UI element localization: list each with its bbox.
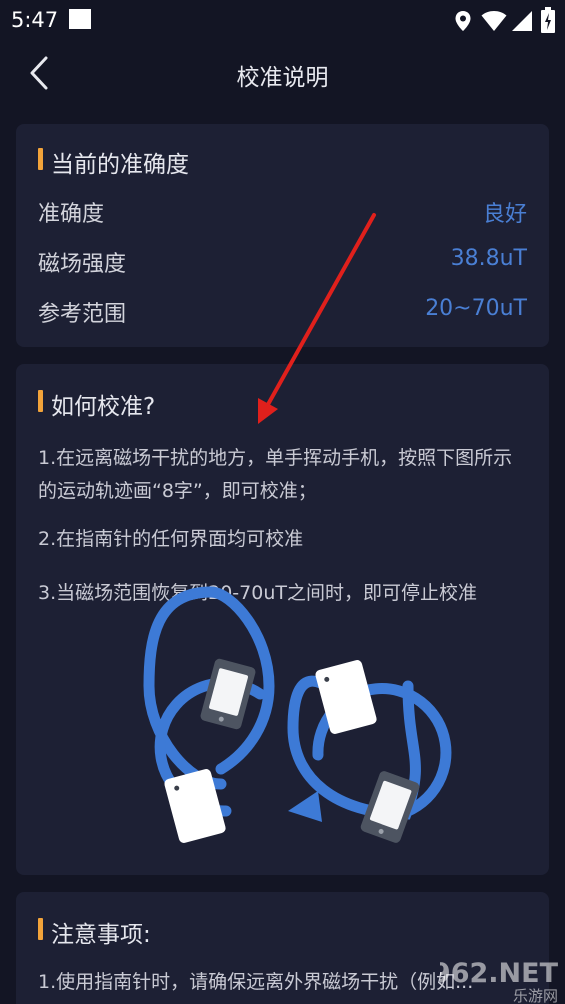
watermark-text: 962.NET [440, 958, 559, 989]
annotation-arrow-icon [258, 213, 376, 424]
screen: 5:47 校准说明 当前的准确度 准确度 良好 磁场强度 38.8uT 参考范围… [0, 0, 565, 1004]
site-watermark: 962.NET 乐游网 [432, 954, 565, 1004]
watermark-subtext: 乐游网 [513, 987, 558, 1004]
